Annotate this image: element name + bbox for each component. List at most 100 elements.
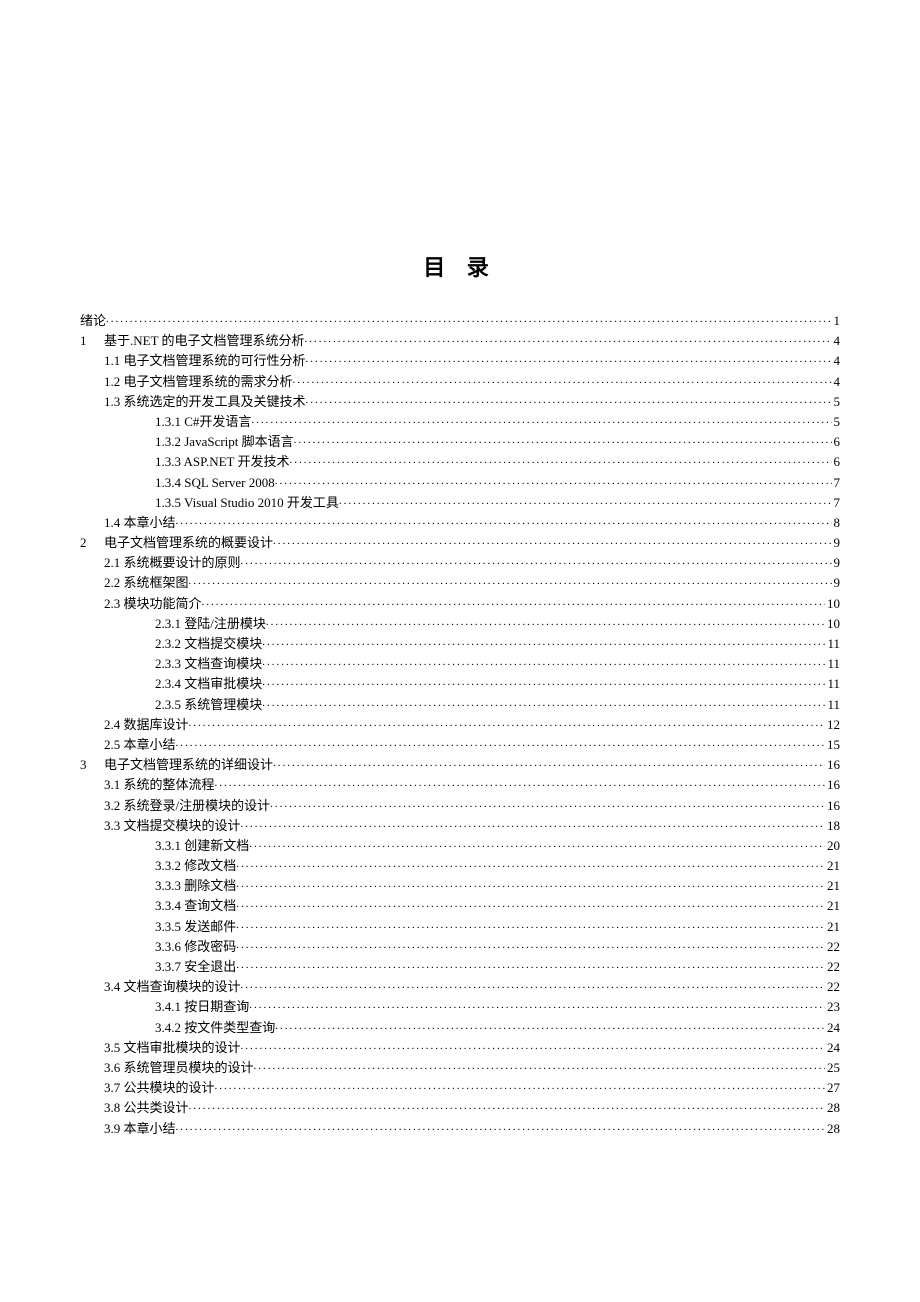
toc-entry: 2.3.3 文档查询模块11: [80, 655, 840, 673]
toc-leader-dots: [293, 373, 832, 386]
toc-page-number: 10: [825, 595, 840, 613]
toc-page-number: 16: [825, 776, 840, 794]
toc-leader-dots: [236, 958, 825, 971]
toc-entry: 1.4 本章小结8: [80, 514, 840, 532]
toc-entry-label: 3.3.7 安全退出: [155, 958, 236, 976]
toc-entry: 1.3.5 Visual Studio 2010 开发工具7: [80, 494, 840, 512]
toc-entry-label: 3.9 本章小结: [104, 1120, 176, 1138]
toc-entry: 3.3.6 修改密码 22: [80, 938, 840, 956]
toc-page-number: 6: [832, 433, 841, 451]
toc-leader-dots: [289, 453, 831, 466]
toc-leader-dots: [236, 857, 825, 870]
toc-page-number: 22: [825, 938, 840, 956]
toc-page-number: 21: [825, 897, 840, 915]
toc-leader-dots: [189, 574, 832, 587]
toc-leader-dots: [254, 1059, 825, 1072]
toc-leader-dots: [275, 474, 832, 487]
toc-entry-label: 3.4.2 按文件类型查询: [155, 1019, 275, 1037]
toc-leader-dots: [236, 897, 825, 910]
toc-entry: 3.9 本章小结28: [80, 1120, 840, 1138]
toc-entry-label: 3.6 系统管理员模块的设计: [104, 1059, 254, 1077]
toc-entry: 1.3.2 JavaScript 脚本语言6: [80, 433, 840, 451]
toc-entry: 2.5 本章小结15: [80, 736, 840, 754]
toc-entry: 1.3.4 SQL Server 20087: [80, 474, 840, 492]
toc-entry-label: 1.3.4 SQL Server 2008: [155, 474, 275, 492]
toc-chapter-number: 1: [80, 332, 104, 350]
toc-entry-label: 1基于.NET 的电子文档管理系统分析: [80, 332, 305, 350]
toc-page-number: 21: [825, 877, 840, 895]
toc-leader-dots: [241, 554, 832, 567]
toc-entry: 3电子文档管理系统的详细设计 16: [80, 756, 840, 774]
toc-leader-dots: [215, 1079, 825, 1092]
toc-leader-dots: [305, 332, 832, 345]
toc-entry-label: 2.3 模块功能简介: [104, 595, 202, 613]
toc-page-number: 9: [832, 534, 841, 552]
toc-leader-dots: [262, 635, 825, 648]
toc-entry-label: 3.5 文档审批模块的设计: [104, 1039, 241, 1057]
toc-leader-dots: [262, 675, 825, 688]
toc-page-number: 20: [825, 837, 840, 855]
toc-entry: 1.3.3 ASP.NET 开发技术6: [80, 453, 840, 471]
toc-leader-dots: [249, 837, 825, 850]
toc-entry: 2.2 系统框架图 9: [80, 574, 840, 592]
toc-entry: 2.3.4 文档审批模块11: [80, 675, 840, 693]
toc-entry: 2电子文档管理系统的概要设计 9: [80, 534, 840, 552]
toc-page-number: 27: [825, 1079, 840, 1097]
toc-page-number: 11: [825, 655, 840, 673]
toc-page-number: 5: [832, 393, 841, 411]
toc-entry-label: 3.3 文档提交模块的设计: [104, 817, 241, 835]
toc-leader-dots: [241, 817, 825, 830]
toc-page-number: 16: [825, 797, 840, 815]
toc-page-number: 16: [825, 756, 840, 774]
toc-leader-dots: [270, 797, 825, 810]
toc-entry: 3.5 文档审批模块的设计24: [80, 1039, 840, 1057]
toc-leader-dots: [306, 352, 832, 365]
toc-entry: 3.3.4 查询文档 21: [80, 897, 840, 915]
toc-entry-label: 2.1 系统概要设计的原则: [104, 554, 241, 572]
toc-entry: 3.3 文档提交模块的设计18: [80, 817, 840, 835]
toc-entry-label: 2电子文档管理系统的概要设计: [80, 534, 273, 552]
toc-entry: 3.3.2 修改文档21: [80, 857, 840, 875]
toc-entry: 2.3.5 系统管理模块11: [80, 696, 840, 714]
toc-entry-label: 3.3.5 发送邮件: [155, 918, 236, 936]
toc-entry-label: 3电子文档管理系统的详细设计: [80, 756, 273, 774]
toc-entry: 3.4 文档查询模块的设计22: [80, 978, 840, 996]
toc-entry: 1.3.1 C#开发语言5: [80, 413, 840, 431]
toc-entry-label: 2.3.4 文档审批模块: [155, 675, 262, 693]
toc-entry-label: 绪论: [80, 312, 106, 330]
toc-page-number: 9: [832, 554, 841, 572]
toc-leader-dots: [249, 998, 825, 1011]
toc-page-number: 6: [832, 453, 841, 471]
toc-page-number: 21: [825, 918, 840, 936]
toc-page-number: 10: [825, 615, 840, 633]
toc-entry: 3.4.2 按文件类型查询 24: [80, 1019, 840, 1037]
toc-entry-label: 3.3.3 删除文档: [155, 877, 236, 895]
toc-leader-dots: [273, 534, 831, 547]
toc-entry-label: 2.5 本章小结: [104, 736, 176, 754]
toc-entry-label: 1.3.1 C#开发语言: [155, 413, 251, 431]
toc-leader-dots: [275, 1019, 825, 1032]
toc-leader-dots: [236, 877, 825, 890]
toc-entry-label: 3.3.1 创建新文档: [155, 837, 249, 855]
toc-entry: 2.1 系统概要设计的原则 9: [80, 554, 840, 572]
toc-entry: 1基于.NET 的电子文档管理系统分析4: [80, 332, 840, 350]
toc-entry: 2.3.1 登陆/注册模块10: [80, 615, 840, 633]
toc-entry: 3.8 公共类设计28: [80, 1099, 840, 1117]
toc-entry: 2.3 模块功能简介 10: [80, 595, 840, 613]
table-of-contents: 绪论11基于.NET 的电子文档管理系统分析41.1 电子文档管理系统的可行性分…: [80, 312, 840, 1138]
toc-entry-label: 3.3.6 修改密码: [155, 938, 236, 956]
toc-leader-dots: [262, 696, 825, 709]
toc-entry: 3.2 系统登录/注册模块的设计16: [80, 797, 840, 815]
toc-page-number: 24: [825, 1019, 840, 1037]
toc-page-number: 7: [832, 494, 841, 512]
toc-entry-label: 2.2 系统框架图: [104, 574, 189, 592]
toc-title: 目 录: [80, 250, 840, 282]
toc-entry: 1.3 系统选定的开发工具及关键技术5: [80, 393, 840, 411]
toc-entry-label: 2.4 数据库设计: [104, 716, 189, 734]
toc-page-number: 9: [832, 574, 841, 592]
toc-leader-dots: [241, 1039, 825, 1052]
toc-page-number: 4: [832, 352, 841, 370]
toc-leader-dots: [339, 494, 832, 507]
toc-entry-label: 3.3.4 查询文档: [155, 897, 236, 915]
toc-entry-label: 3.3.2 修改文档: [155, 857, 236, 875]
